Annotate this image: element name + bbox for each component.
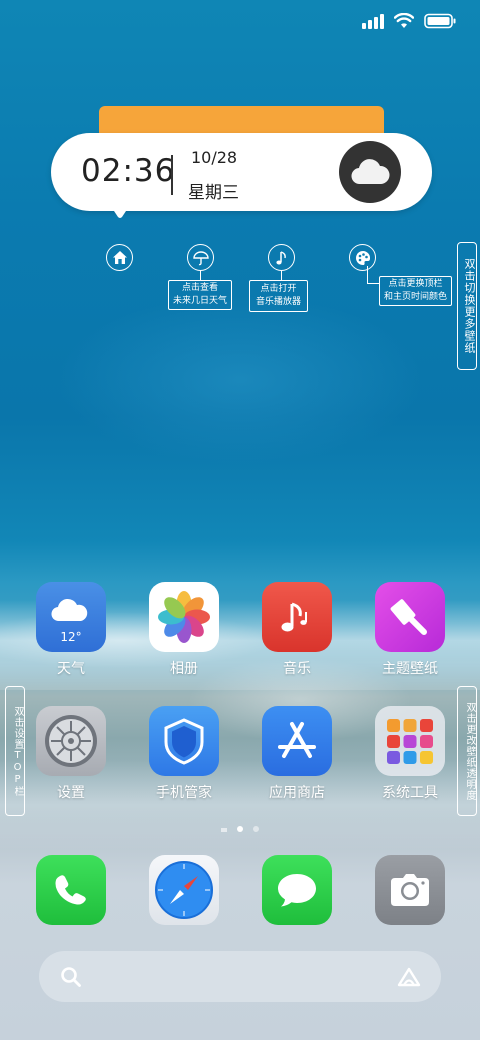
palette-icon[interactable] — [349, 244, 376, 271]
page-indicator[interactable] — [0, 826, 480, 832]
umbrella-icon[interactable] — [187, 244, 214, 271]
dock-messages[interactable] — [247, 855, 347, 925]
change-transparency-hint[interactable]: 双击更改壁纸透明度 — [457, 686, 477, 816]
home-icon[interactable] — [106, 244, 133, 271]
system-tools-folder-icon — [375, 706, 445, 776]
music-note-icon[interactable] — [268, 244, 295, 271]
app-weather[interactable]: 12° 天气 — [21, 582, 121, 678]
weather-hint-line1: 点击查看 — [182, 283, 219, 293]
page-dot-active — [237, 826, 243, 832]
theme-brush-icon — [375, 582, 445, 652]
compass-icon — [149, 855, 219, 925]
app-music[interactable]: 音乐 — [247, 582, 347, 678]
assistant-icon[interactable] — [395, 966, 423, 988]
phone-icon — [36, 855, 106, 925]
clock-widget[interactable]: 02:36 10/28 星期三 — [51, 133, 432, 211]
camera-icon — [375, 855, 445, 925]
app-label: 相册 — [170, 661, 198, 677]
music-hint-line2: 音乐播放器 — [256, 297, 302, 307]
page-list-indicator — [221, 828, 227, 830]
app-label: 设置 — [57, 785, 85, 801]
theme-hint-box: 点击更换顶栏 和主页时间颜色 — [379, 276, 453, 306]
app-theme[interactable]: 主题壁纸 — [360, 582, 460, 678]
app-phone-manager[interactable]: 手机管家 — [134, 706, 234, 802]
cloud-icon[interactable] — [339, 141, 401, 203]
weather-hint-line2: 未来几日天气 — [173, 296, 228, 306]
app-label: 音乐 — [283, 661, 311, 677]
widget-weekday: 星期三 — [188, 183, 239, 203]
app-settings[interactable]: 设置 — [21, 706, 121, 802]
music-icon — [262, 582, 332, 652]
widget-divider — [171, 155, 173, 195]
search-icon — [61, 967, 81, 987]
hint-connector — [367, 266, 368, 283]
status-bar — [362, 10, 456, 32]
music-hint-box: 点击打开 音乐播放器 — [249, 280, 309, 312]
cellular-signal-icon — [362, 13, 384, 29]
music-hint-line1: 点击打开 — [260, 284, 297, 294]
hint-connector — [367, 283, 379, 284]
phone-manager-shield-icon — [149, 706, 219, 776]
widget-pointer — [110, 205, 130, 218]
switch-wallpaper-hint[interactable]: 双击切换更多壁纸 — [457, 242, 477, 370]
app-label: 应用商店 — [269, 785, 325, 801]
app-store[interactable]: 应用商店 — [247, 706, 347, 802]
theme-hint-line2: 和主页时间颜色 — [384, 292, 448, 302]
message-icon — [262, 855, 332, 925]
widget-time: 02:36 — [81, 153, 176, 189]
weather-icon: 12° — [36, 582, 106, 652]
settings-gear-icon — [36, 706, 106, 776]
app-system-tools[interactable]: 系统工具 — [360, 706, 460, 802]
weather-temp: 12° — [60, 630, 82, 644]
widget-date: 10/28 — [191, 148, 238, 167]
wifi-icon — [394, 13, 414, 29]
app-label: 系统工具 — [382, 785, 438, 801]
app-label: 手机管家 — [156, 785, 212, 801]
theme-hint-line1: 点击更换顶栏 — [388, 279, 443, 289]
app-photos[interactable]: 相册 — [134, 582, 234, 678]
app-store-icon — [262, 706, 332, 776]
dock-browser[interactable] — [134, 855, 234, 925]
page-dot — [253, 826, 259, 832]
photos-icon — [149, 582, 219, 652]
battery-icon — [424, 13, 456, 29]
dock-phone[interactable] — [21, 855, 121, 925]
weather-hint-box: 点击查看 未来几日天气 — [168, 280, 233, 310]
dock-camera[interactable] — [360, 855, 460, 925]
app-label: 天气 — [57, 661, 85, 677]
search-bar[interactable] — [39, 951, 441, 1002]
app-label: 主题壁纸 — [382, 661, 438, 677]
